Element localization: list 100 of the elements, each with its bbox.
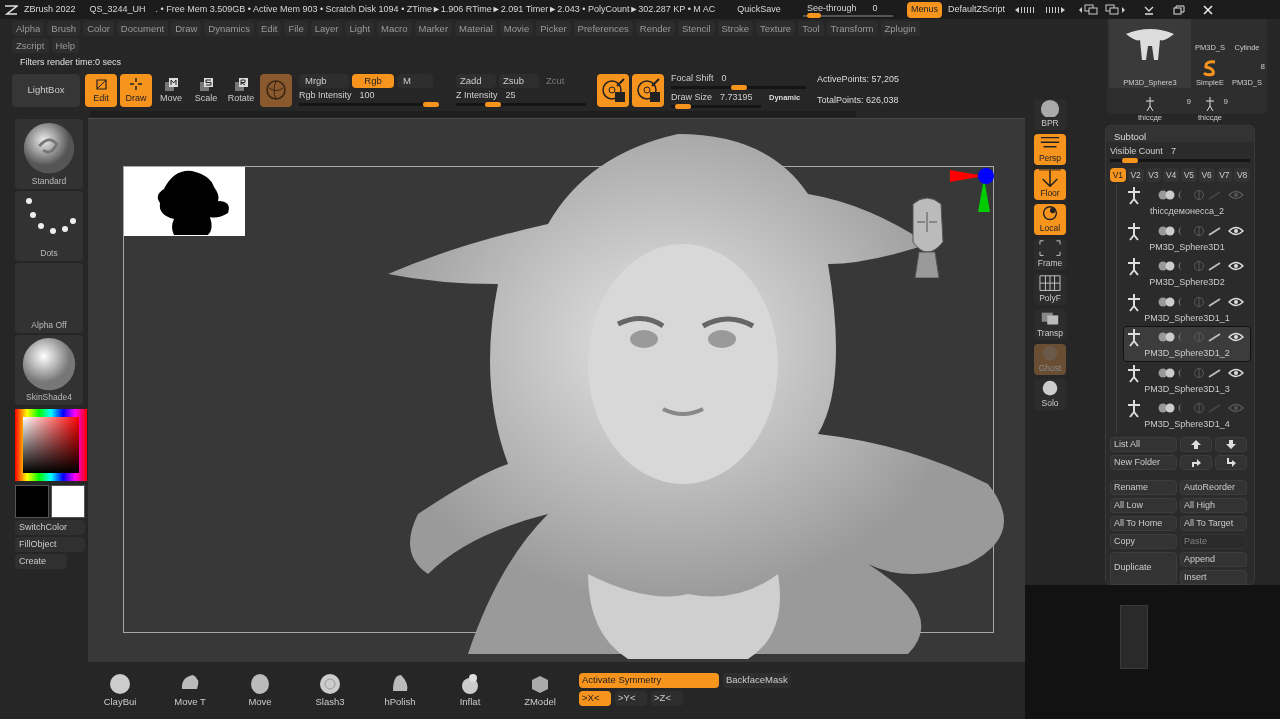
brush-shelf-button[interactable]: Inflat bbox=[435, 673, 505, 710]
version-tab[interactable]: V1 bbox=[1110, 168, 1126, 182]
version-tab[interactable]: V2 bbox=[1127, 168, 1144, 182]
slider-thumb[interactable] bbox=[1122, 158, 1139, 163]
version-tab[interactable]: V3 bbox=[1145, 168, 1162, 182]
menu-item[interactable]: Stencil bbox=[678, 21, 715, 36]
backface-mask-button[interactable]: BackfaceMask bbox=[723, 673, 791, 688]
symmetry-axis-button[interactable]: >X< bbox=[579, 691, 611, 706]
color-mode-button[interactable]: Mrgb bbox=[299, 74, 349, 88]
panel-button[interactable]: Create bbox=[15, 554, 67, 569]
silhouette-thumbnail[interactable] bbox=[124, 167, 245, 236]
menu-item[interactable]: Macro bbox=[377, 21, 412, 36]
quicksave-button[interactable]: QuickSave bbox=[737, 2, 781, 17]
version-tab[interactable]: V8 bbox=[1234, 168, 1250, 182]
slider-thumb[interactable] bbox=[806, 12, 821, 18]
subtool-action-button[interactable]: All Low bbox=[1110, 497, 1177, 513]
viewport-tool-button[interactable]: Local bbox=[1034, 204, 1066, 235]
subtool-action-button[interactable]: All To Home bbox=[1110, 515, 1177, 531]
material-tile[interactable]: SkinShade4 bbox=[15, 335, 83, 405]
alpha-tile[interactable]: Alpha Off bbox=[15, 263, 83, 333]
menu-item[interactable]: Alpha bbox=[12, 21, 45, 36]
panel-button[interactable]: FillObject bbox=[15, 537, 85, 552]
menu-item[interactable]: Dynamics bbox=[204, 21, 255, 36]
insert-button[interactable]: Insert bbox=[1180, 569, 1247, 585]
transform-mode-button[interactable]: Scale bbox=[190, 73, 222, 107]
append-button[interactable]: Append bbox=[1180, 551, 1247, 567]
menu-item[interactable]: Tool bbox=[798, 21, 824, 36]
menu-item[interactable]: Preferences bbox=[573, 21, 633, 36]
menu-item[interactable]: Texture bbox=[756, 21, 796, 36]
menu-item[interactable]: Render bbox=[635, 21, 675, 36]
version-tab[interactable]: V6 bbox=[1198, 168, 1215, 182]
subtool-item[interactable]: PM3D_Sphere3D2 bbox=[1123, 255, 1251, 291]
menu-item[interactable]: Movie bbox=[499, 21, 534, 36]
viewport-tool-button[interactable]: Frame bbox=[1034, 239, 1066, 270]
transform-mode-button[interactable]: Rotate bbox=[225, 73, 257, 107]
stroke-sculpt-icon[interactable] bbox=[597, 73, 629, 107]
menu-item[interactable]: Material bbox=[455, 21, 497, 36]
menu-item[interactable]: Document bbox=[116, 21, 169, 36]
menu-item[interactable]: Transform bbox=[826, 21, 878, 36]
symmetry-axis-button[interactable]: >Z< bbox=[651, 691, 683, 706]
activate-symmetry-button[interactable]: Activate Symmetry bbox=[579, 673, 719, 688]
ac-label[interactable]: AC bbox=[702, 2, 716, 17]
viewport-tool-button[interactable]: PolyF bbox=[1034, 274, 1066, 305]
slider-track[interactable] bbox=[802, 14, 893, 17]
version-tab[interactable]: V4 bbox=[1163, 168, 1179, 182]
slider-thumb[interactable] bbox=[674, 103, 691, 109]
menu-item[interactable]: File bbox=[284, 21, 308, 36]
menu-item[interactable]: Help bbox=[51, 38, 80, 53]
move-down-button[interactable] bbox=[1215, 436, 1247, 452]
panel-button[interactable]: SwitchColor bbox=[15, 520, 85, 535]
z-mode-button[interactable]: Zadd bbox=[456, 74, 496, 88]
menu-item[interactable]: Marker bbox=[414, 21, 453, 36]
menu-item[interactable]: Layer bbox=[310, 21, 343, 36]
menu-item[interactable]: Picker bbox=[536, 21, 571, 36]
subtool-action-button[interactable]: All High bbox=[1180, 497, 1247, 513]
subtool-item[interactable]: PM3D_Sphere3D1_3 bbox=[1123, 361, 1251, 397]
folder-out-button[interactable] bbox=[1215, 454, 1247, 470]
navigator-thumbnail[interactable] bbox=[1120, 605, 1148, 669]
transform-mode-button[interactable]: Move bbox=[155, 73, 187, 107]
subtool-item[interactable]: PM3D_Sphere3D1_1 bbox=[1123, 290, 1251, 326]
viewport-tool-button[interactable]: Persp bbox=[1034, 134, 1066, 165]
version-tab[interactable]: V5 bbox=[1181, 168, 1197, 182]
secondary-color-swatch[interactable] bbox=[51, 485, 85, 518]
menu-item[interactable]: Light bbox=[345, 21, 375, 36]
brush-shelf-button[interactable]: Move T bbox=[155, 673, 225, 710]
main-color-swatch[interactable] bbox=[15, 485, 49, 518]
subtool-item[interactable]: thiccдемонесса_2 bbox=[1123, 184, 1251, 220]
subtool-action-button[interactable]: Rename bbox=[1110, 479, 1177, 495]
list-all-button[interactable]: List All bbox=[1110, 436, 1177, 452]
duplicate-button[interactable]: Duplicate bbox=[1110, 551, 1177, 585]
brush-shelf-button[interactable]: Slash3 bbox=[295, 673, 365, 710]
script-name[interactable]: DefaultZScript bbox=[947, 2, 1005, 17]
z-mode-button[interactable]: Zsub bbox=[499, 74, 539, 88]
transform-mode-button[interactable]: Edit bbox=[85, 73, 117, 107]
slider-thumb[interactable] bbox=[730, 84, 747, 90]
color-picker[interactable] bbox=[15, 409, 87, 481]
version-tab[interactable]: V7 bbox=[1216, 168, 1233, 182]
subtool-item[interactable]: PM3D_Sphere3D1_4 bbox=[1123, 397, 1251, 433]
viewport-tool-button[interactable]: Floor bbox=[1034, 169, 1066, 200]
slider-thumb[interactable] bbox=[484, 102, 501, 107]
new-folder-button[interactable]: New Folder bbox=[1110, 454, 1177, 470]
viewport-tool-button[interactable]: Transp bbox=[1034, 309, 1066, 340]
brush-shelf-button[interactable]: Move bbox=[225, 673, 295, 710]
menu-item[interactable]: Color bbox=[83, 21, 114, 36]
menu-item[interactable]: Brush bbox=[47, 21, 81, 36]
slider-thumb[interactable] bbox=[423, 102, 439, 107]
move-up-button[interactable] bbox=[1180, 436, 1212, 452]
subtool-item[interactable]: PM3D_Sphere3D1_2 bbox=[1123, 326, 1251, 362]
folder-in-button[interactable] bbox=[1180, 454, 1212, 470]
menu-item[interactable]: Draw bbox=[171, 21, 202, 36]
color-mode-button[interactable]: Rgb bbox=[352, 74, 394, 88]
subtool-item[interactable]: PM3D_Sphere3D1 bbox=[1123, 219, 1251, 255]
brush-shelf-button[interactable]: hPolish bbox=[365, 673, 435, 710]
color-mode-button[interactable]: M bbox=[397, 74, 433, 88]
menu-item[interactable]: Zscript bbox=[12, 38, 49, 53]
transform-mode-button[interactable]: Draw bbox=[120, 73, 152, 107]
subtool-action-button[interactable]: Copy bbox=[1110, 533, 1177, 549]
symmetry-axis-button[interactable]: >Y< bbox=[615, 691, 647, 706]
stroke-tile[interactable]: Dots bbox=[15, 191, 83, 261]
lightbox-button[interactable]: LightBox bbox=[12, 73, 80, 107]
